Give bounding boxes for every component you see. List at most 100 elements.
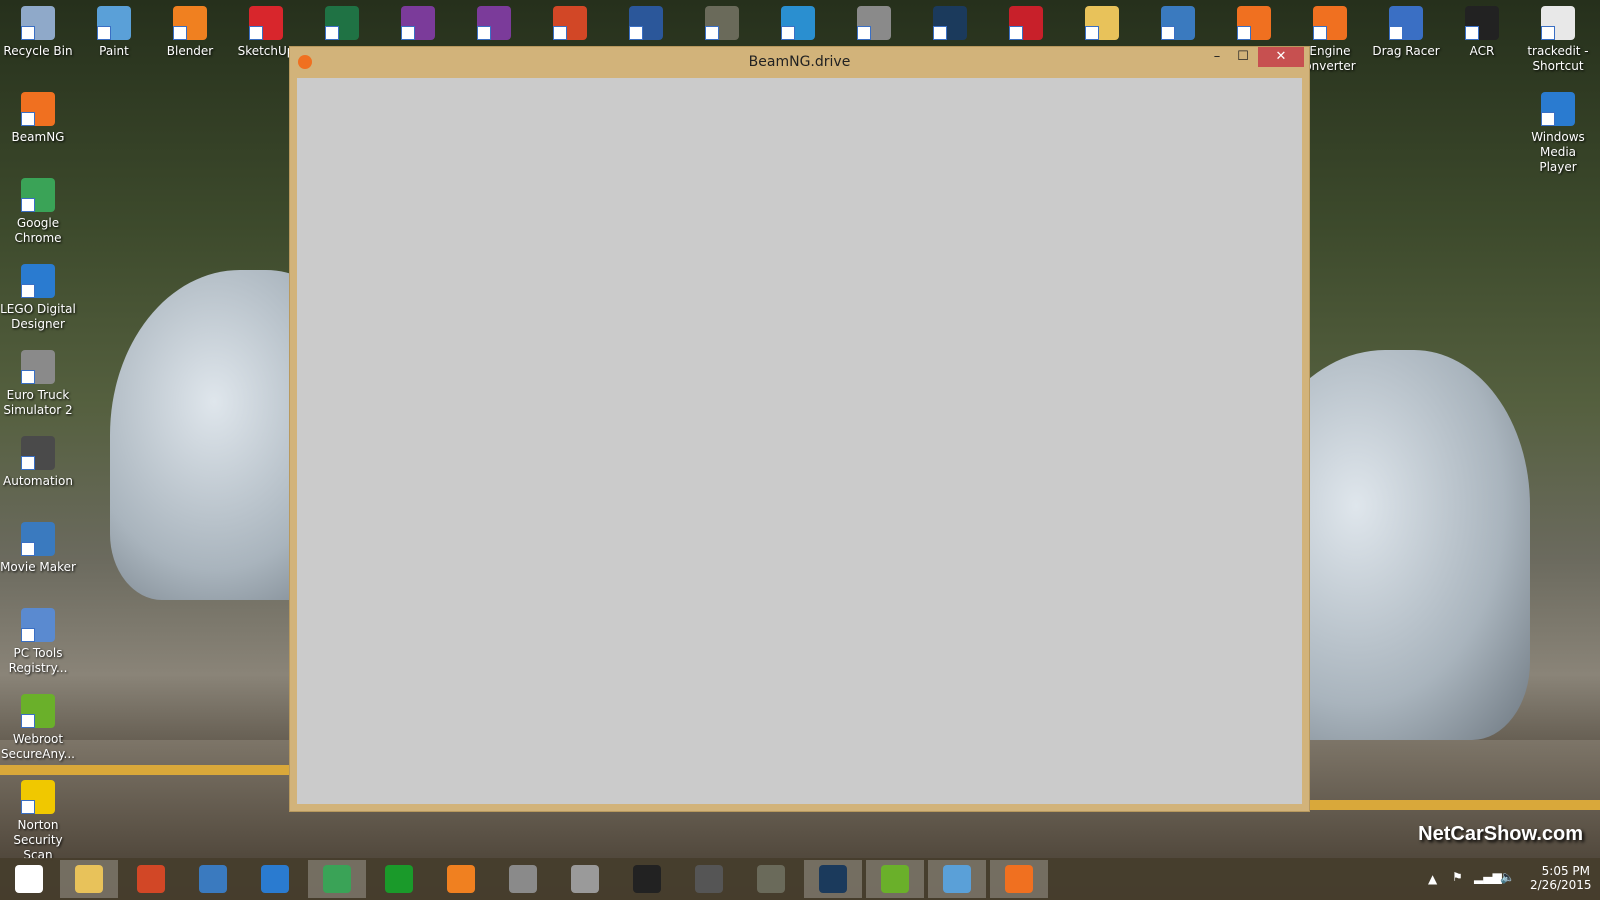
desktop-icon-label: Drag Racer: [1372, 44, 1440, 58]
shortcut-icon: [1313, 6, 1347, 40]
taskbar-acr-button[interactable]: [618, 860, 676, 898]
desktop-icon[interactable]: Movie Maker: [0, 518, 76, 575]
desktop-icon[interactable]: Norton Security Scan: [0, 776, 76, 863]
shortcut-icon: [21, 264, 55, 298]
desktop-icon[interactable]: Automation: [0, 432, 76, 489]
desktop-icon[interactable]: Webroot SecureAny...: [0, 690, 76, 762]
desktop-icon[interactable]: Euro Truck Simulator 2: [0, 346, 76, 418]
taskbar-paint-button[interactable]: [122, 860, 180, 898]
desktop-icon[interactable]: [608, 2, 684, 44]
desktop-icon-label: Euro Truck Simulator 2: [3, 388, 73, 417]
shortcut-icon: [553, 6, 587, 40]
taskbar-paint2-button[interactable]: [928, 860, 986, 898]
desktop-icon[interactable]: PC Tools Registry...: [0, 604, 76, 676]
beamng-window[interactable]: BeamNG.drive – ☐ ✕: [289, 46, 1310, 812]
paint-icon: [137, 865, 165, 893]
show-hidden-icons-button[interactable]: ▲: [1428, 872, 1437, 886]
shortcut-icon: [1085, 6, 1119, 40]
desktop-icon[interactable]: [1140, 2, 1216, 44]
store-icon: [385, 865, 413, 893]
taskbar-gimp-button[interactable]: [742, 860, 800, 898]
taskbar-beamng-button[interactable]: [990, 860, 1048, 898]
shortcut-icon: [477, 6, 511, 40]
desktop-icon[interactable]: [760, 2, 836, 44]
desktop-icon-label: Movie Maker: [0, 560, 76, 574]
desktop-icon[interactable]: Drag Racer: [1368, 2, 1444, 59]
desktop-icon[interactable]: trackedit - Shortcut: [1520, 2, 1596, 74]
steam-icon: [819, 865, 847, 893]
desktop-icon-label: Windows Media Player: [1531, 130, 1585, 174]
taskbar-ets-button[interactable]: [494, 860, 552, 898]
lego-icon: [261, 865, 289, 893]
network-icon[interactable]: ▂▄▆: [1474, 870, 1502, 884]
taskbar-automation-button[interactable]: [680, 860, 738, 898]
desktop-icon-label: Google Chrome: [14, 216, 62, 245]
clock[interactable]: 5:05 PM 2/26/2015: [1530, 864, 1592, 892]
taskbar-file-explorer-button[interactable]: [60, 860, 118, 898]
volume-icon[interactable]: 🔈: [1500, 870, 1515, 884]
shortcut-icon: [1009, 6, 1043, 40]
shortcut-icon: [21, 178, 55, 212]
ets-icon: [509, 865, 537, 893]
shortcut-icon: [21, 350, 55, 384]
webroot-icon: [881, 865, 909, 893]
action-center-flag-icon[interactable]: ⚑: [1452, 870, 1463, 884]
desktop-icon[interactable]: [304, 2, 380, 44]
watermark: NetCarShow.com: [1418, 823, 1583, 845]
desktop-icon[interactable]: [456, 2, 532, 44]
desktop-icon[interactable]: [988, 2, 1064, 44]
shortcut-icon: [325, 6, 359, 40]
game-viewport[interactable]: [297, 78, 1302, 804]
maximize-button[interactable]: ☐: [1230, 47, 1256, 67]
taskbar-media-button[interactable]: [432, 860, 490, 898]
shortcut-icon: [1541, 6, 1575, 40]
desktop-icon[interactable]: LEGO Digital Designer: [0, 260, 76, 332]
shortcut-icon: [21, 92, 55, 126]
desktop-icon[interactable]: [836, 2, 912, 44]
taskbar-store-button[interactable]: [370, 860, 428, 898]
shortcut-icon: [173, 6, 207, 40]
desktop-icon-label: Automation: [3, 474, 73, 488]
desktop-icon[interactable]: Google Chrome: [0, 174, 76, 246]
road-stripe: [0, 765, 290, 775]
taskbar-movie-maker-button[interactable]: [184, 860, 242, 898]
desktop-icon[interactable]: [684, 2, 760, 44]
acr-icon: [633, 865, 661, 893]
shortcut-icon: [1541, 92, 1575, 126]
desktop-icon[interactable]: [532, 2, 608, 44]
shortcut-icon: [629, 6, 663, 40]
close-button[interactable]: ✕: [1258, 47, 1304, 67]
media-icon: [447, 865, 475, 893]
desktop-icon[interactable]: BeamNG: [0, 88, 76, 145]
chrome-icon: [323, 865, 351, 893]
desktop-icon[interactable]: ACR: [1444, 2, 1520, 59]
gimp-icon: [757, 865, 785, 893]
desktop-icon[interactable]: Recycle Bin: [0, 2, 76, 59]
movie-maker-icon: [199, 865, 227, 893]
desktop-icon-label: Paint: [99, 44, 129, 58]
desktop-icon-label: LEGO Digital Designer: [0, 302, 76, 331]
desktop-icon[interactable]: [912, 2, 988, 44]
minimize-button[interactable]: –: [1204, 47, 1230, 67]
taskbar-steam-button[interactable]: [804, 860, 862, 898]
taskbar-lego-button[interactable]: [246, 860, 304, 898]
desktop-icon[interactable]: [1064, 2, 1140, 44]
desktop-icon[interactable]: Windows Media Player: [1520, 88, 1596, 175]
shortcut-icon: [249, 6, 283, 40]
taskbar-chrome-button[interactable]: [308, 860, 366, 898]
taskbar-truck-button[interactable]: [556, 860, 614, 898]
clock-date: 2/26/2015: [1530, 878, 1592, 892]
taskbar-start-button[interactable]: [0, 860, 58, 898]
desktop-icon[interactable]: Paint: [76, 2, 152, 59]
desktop-icon[interactable]: Blender: [152, 2, 228, 59]
shortcut-icon: [21, 6, 55, 40]
shortcut-icon: [21, 608, 55, 642]
desktop-icon-label: Webroot SecureAny...: [1, 732, 75, 761]
taskbar-webroot-button[interactable]: [866, 860, 924, 898]
shortcut-icon: [1389, 6, 1423, 40]
title-bar[interactable]: BeamNG.drive – ☐ ✕: [290, 47, 1309, 78]
desktop-icon[interactable]: [380, 2, 456, 44]
desktop-icon[interactable]: [1216, 2, 1292, 44]
desktop-icon-label: Norton Security Scan: [13, 818, 63, 862]
desktop-icon-label: ACR: [1469, 44, 1495, 58]
